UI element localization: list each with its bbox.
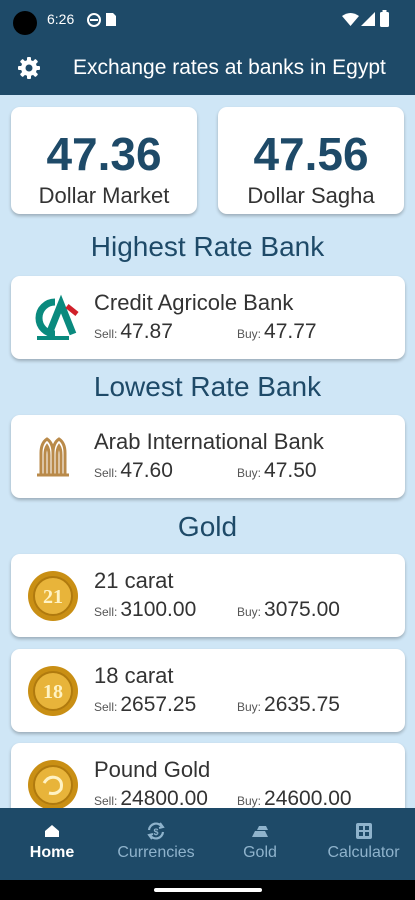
signal-icon bbox=[361, 12, 375, 26]
dollar-market-card: 47.36 Dollar Market bbox=[11, 107, 197, 214]
coin-badge-text: 18 bbox=[43, 681, 63, 703]
buy-label: Buy: bbox=[237, 605, 262, 619]
dollar-market-value: 47.36 bbox=[46, 128, 162, 180]
buy-label: Buy: bbox=[237, 327, 262, 341]
highest-bank-buy: Buy: 47.77 bbox=[237, 320, 317, 344]
gold-21-buy: Buy: 3075.00 bbox=[237, 598, 340, 622]
sell-value: 24800.00 bbox=[120, 787, 208, 808]
sell-label: Sell: bbox=[94, 794, 118, 808]
coin-badge-text: 21 bbox=[43, 586, 63, 608]
sell-value: 2657.25 bbox=[120, 693, 197, 716]
nav-home[interactable]: Home bbox=[0, 808, 104, 880]
nav-currencies-label: Currencies bbox=[117, 844, 195, 861]
dollar-sagha-value: 47.56 bbox=[253, 128, 369, 180]
app-screen: 6:26 Exchange rates at banks in Egypt 47… bbox=[0, 0, 415, 900]
nav-home-label: Home bbox=[29, 844, 75, 861]
dollar-market-label: Dollar Market bbox=[38, 183, 170, 208]
bottom-navigation: Home $ Currencies Gold Calculator bbox=[0, 808, 415, 880]
currency-exchange-icon: $ bbox=[147, 822, 165, 840]
sell-label: Sell: bbox=[94, 700, 118, 714]
status-bar: 6:26 bbox=[0, 0, 415, 40]
battery-icon bbox=[380, 10, 389, 27]
arab-international-bank-logo-icon bbox=[37, 437, 69, 477]
vpn-icon bbox=[87, 13, 101, 27]
buy-value: 47.50 bbox=[264, 459, 317, 482]
wifi-icon bbox=[342, 13, 359, 26]
pound-gold-sell: Sell: 24800.00 bbox=[94, 787, 208, 808]
pound-gold-name: Pound Gold bbox=[94, 757, 211, 782]
buy-value: 24600.00 bbox=[264, 787, 352, 808]
camera-cutout bbox=[13, 11, 37, 35]
gesture-bar bbox=[0, 880, 415, 900]
sell-label: Sell: bbox=[94, 605, 118, 619]
buy-label: Buy: bbox=[237, 794, 262, 808]
app-bar: Exchange rates at banks in Egypt bbox=[0, 40, 415, 95]
gold-coin-icon: 21 bbox=[28, 571, 78, 621]
buy-value: 3075.00 bbox=[264, 598, 340, 621]
lowest-bank-card[interactable]: Arab International Bank Sell: 47.60 Buy: 4… bbox=[11, 415, 405, 498]
gold-21-card[interactable]: 21 21 carat Sell: 3100.00 Buy: 3075.00 bbox=[11, 554, 405, 637]
svg-text:$: $ bbox=[153, 827, 158, 837]
gold-bar-icon bbox=[252, 826, 268, 837]
pound-gold-buy: Buy: 24600.00 bbox=[237, 787, 352, 808]
gold-18-card[interactable]: 18 18 carat Sell: 2657.25 Buy: 2635.75 bbox=[11, 649, 405, 732]
gold-18-name: 18 carat bbox=[94, 663, 174, 688]
lowest-rate-title: Lowest Rate Bank bbox=[93, 371, 322, 402]
sell-value: 47.60 bbox=[120, 459, 173, 482]
pound-gold-coin-icon bbox=[28, 760, 78, 808]
sell-label: Sell: bbox=[94, 466, 118, 480]
nav-calculator[interactable]: Calculator bbox=[312, 808, 415, 880]
gold-coin-icon: 18 bbox=[28, 666, 78, 716]
status-time: 6:26 bbox=[47, 11, 75, 27]
nav-calculator-label: Calculator bbox=[327, 844, 400, 861]
nav-gold-label: Gold bbox=[243, 844, 277, 861]
sim-card-icon bbox=[106, 13, 116, 26]
home-indicator[interactable] bbox=[154, 888, 262, 892]
lowest-bank-sell: Sell: 47.60 bbox=[94, 459, 173, 483]
buy-label: Buy: bbox=[237, 466, 262, 480]
main-content[interactable]: 47.36 Dollar Market 47.56 Dollar Sagha H… bbox=[0, 95, 415, 808]
gold-section-title: Gold bbox=[177, 511, 238, 542]
nav-currencies[interactable]: $ Currencies bbox=[104, 808, 208, 880]
pound-gold-card[interactable]: Pound Gold Sell: 24800.00 Buy: 24600.00 bbox=[11, 743, 405, 808]
buy-label: Buy: bbox=[237, 700, 262, 714]
gold-18-sell: Sell: 2657.25 bbox=[94, 693, 196, 717]
gold-21-name: 21 carat bbox=[94, 568, 174, 593]
home-icon bbox=[45, 825, 59, 837]
gold-21-sell: Sell: 3100.00 bbox=[94, 598, 196, 622]
page-title: Exchange rates at banks in Egypt bbox=[73, 56, 386, 79]
highest-bank-card[interactable]: Credit Agricole Bank Sell: 47.87 Buy: 47.7… bbox=[11, 276, 405, 359]
lowest-bank-buy: Buy: 47.50 bbox=[237, 459, 317, 483]
highest-bank-sell: Sell: 47.87 bbox=[94, 320, 173, 344]
buy-value: 47.77 bbox=[264, 320, 317, 343]
lowest-bank-name: Arab International Bank bbox=[94, 429, 324, 454]
sell-label: Sell: bbox=[94, 327, 118, 341]
dollar-sagha-card: 47.56 Dollar Sagha bbox=[218, 107, 404, 214]
gear-icon[interactable] bbox=[17, 56, 41, 80]
credit-agricole-logo-icon bbox=[35, 294, 79, 340]
dollar-sagha-label: Dollar Sagha bbox=[247, 183, 375, 208]
highest-bank-name: Credit Agricole Bank bbox=[94, 290, 294, 315]
nav-gold[interactable]: Gold bbox=[208, 808, 312, 880]
sell-value: 47.87 bbox=[120, 320, 173, 343]
gold-18-buy: Buy: 2635.75 bbox=[237, 693, 340, 717]
highest-rate-title: Highest Rate Bank bbox=[90, 231, 325, 262]
buy-value: 2635.75 bbox=[264, 693, 340, 716]
calculator-icon bbox=[355, 823, 372, 839]
sell-value: 3100.00 bbox=[120, 598, 197, 621]
